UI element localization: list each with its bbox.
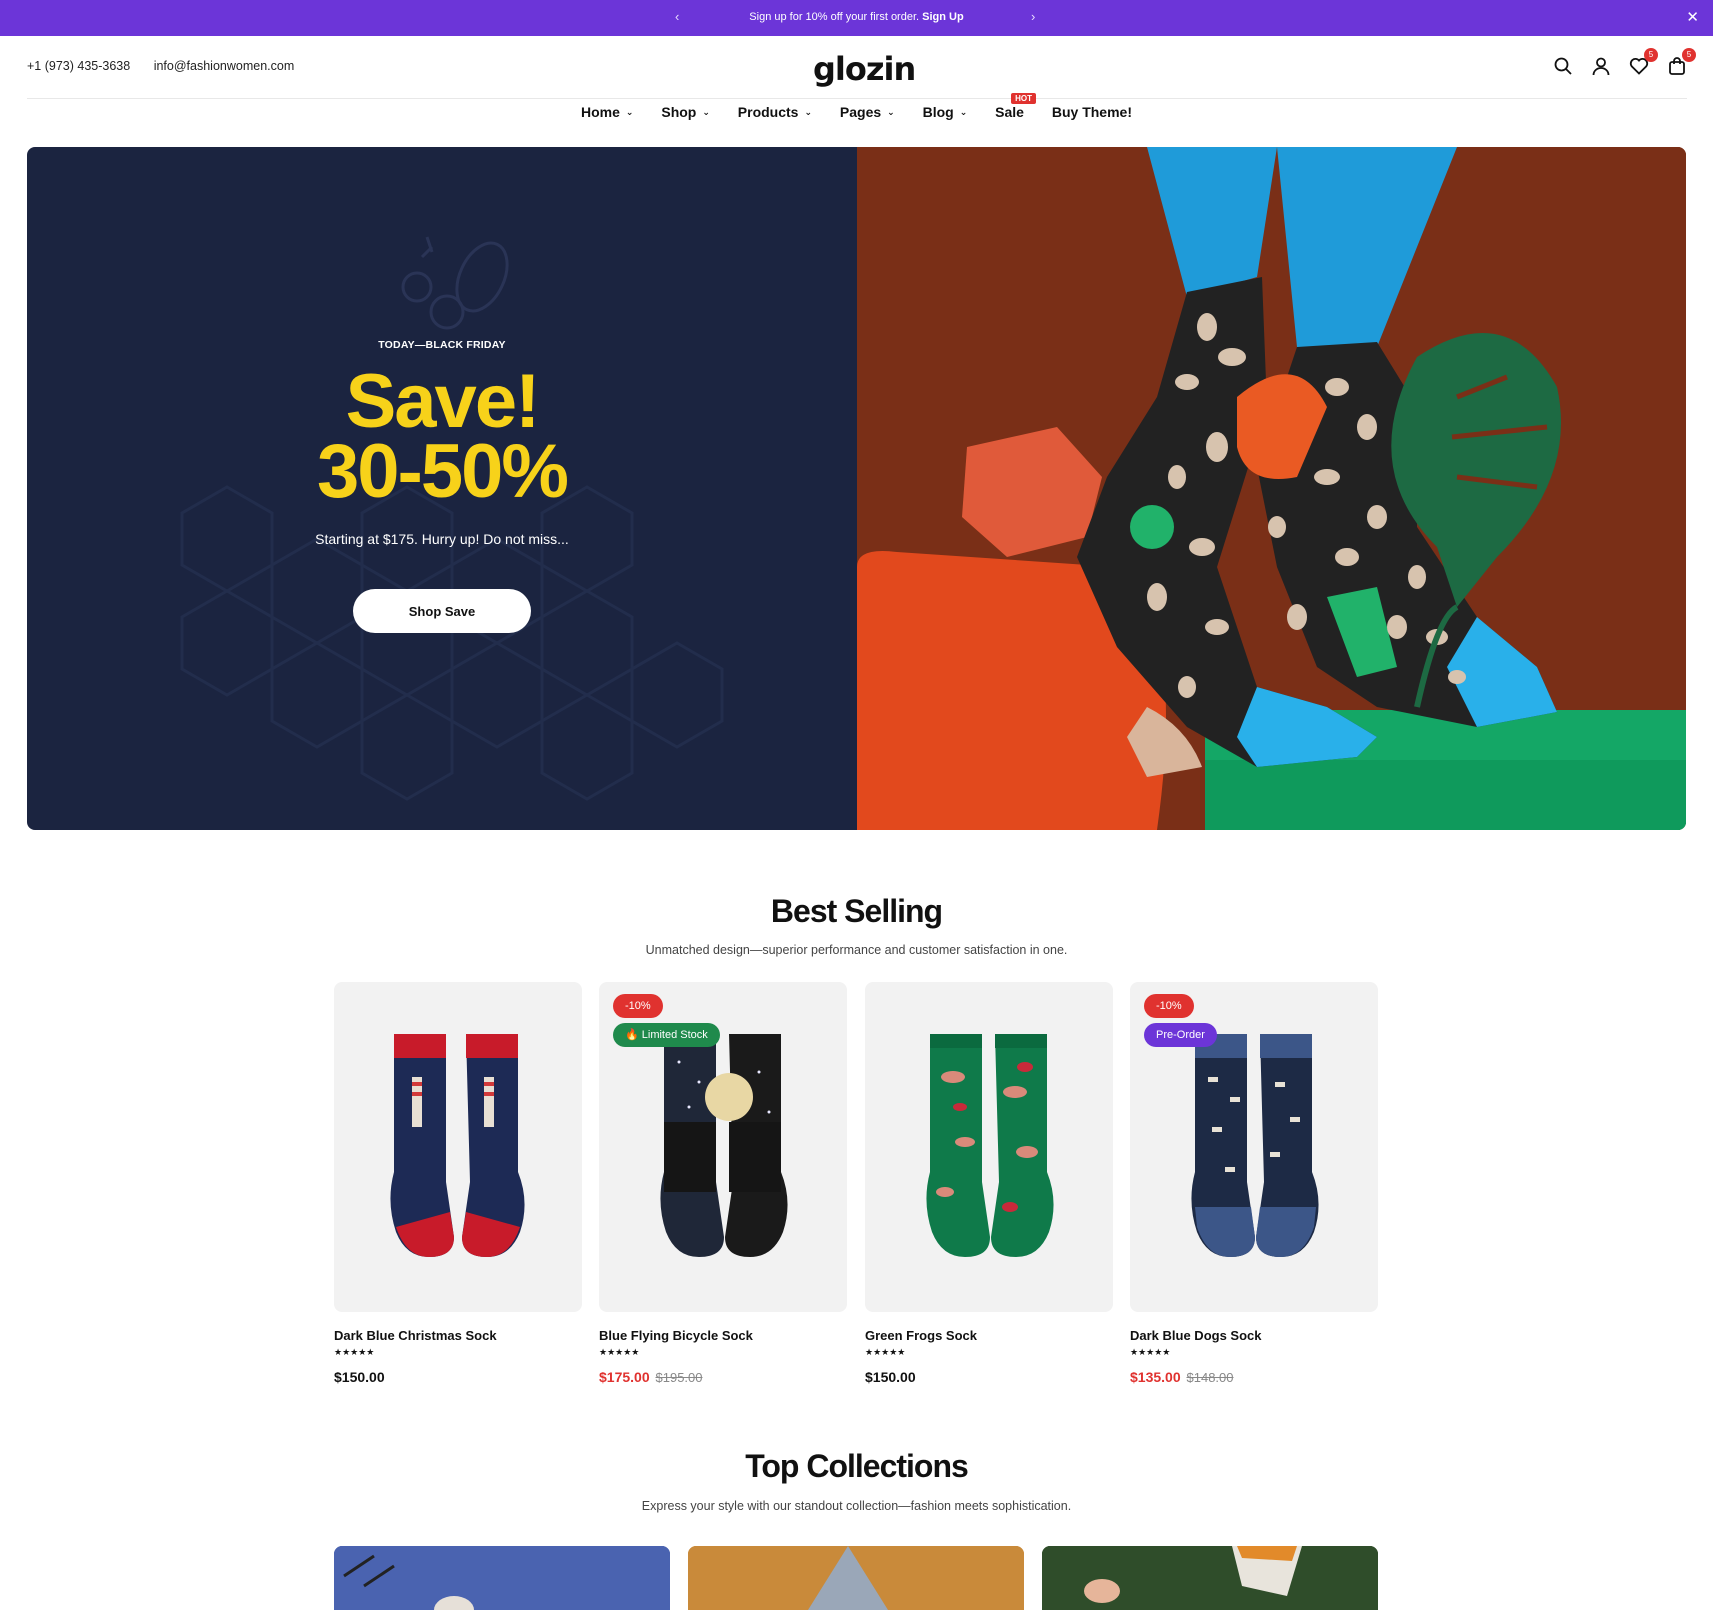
announcement-text: Sign up for 10% off your first order. Si… — [0, 11, 1713, 23]
chevron-down-icon: ⌄ — [804, 107, 813, 117]
nav-label: Blog — [922, 104, 954, 120]
price-current: $150.00 — [334, 1369, 385, 1385]
contact-info: +1 (973) 435-3638 info@fashionwomen.com — [27, 59, 314, 73]
nav-item-shop[interactable]: Shop ⌄ — [661, 104, 710, 120]
product-price: $135.00 $148.00 — [1130, 1369, 1234, 1385]
collection-card[interactable] — [1042, 1546, 1378, 1610]
close-icon[interactable]: ✕ — [1686, 8, 1699, 26]
search-icon[interactable] — [1553, 56, 1573, 76]
product-name[interactable]: Dark Blue Christmas Sock — [334, 1328, 497, 1343]
wishlist-icon[interactable]: 5 — [1629, 48, 1658, 76]
product-name[interactable]: Green Frogs Sock — [865, 1328, 977, 1343]
nav-item-home[interactable]: Home ⌄ — [581, 104, 633, 120]
price-current: $175.00 — [599, 1369, 650, 1385]
product-price: $150.00 — [334, 1369, 385, 1385]
star-rating: ★★★★★ — [865, 1347, 906, 1357]
discount-badge: -10% — [613, 994, 663, 1018]
shop-save-button[interactable]: Shop Save — [353, 589, 531, 633]
collection-card[interactable] — [688, 1546, 1024, 1610]
collection-image — [1042, 1546, 1378, 1610]
nav-label: Pages — [839, 104, 882, 120]
nav-item-sale[interactable]: Sale HOT — [995, 93, 1037, 120]
product-card[interactable]: Green Frogs Sock ★★★★★ $150.00 — [865, 982, 1113, 1385]
product-image[interactable] — [334, 982, 582, 1312]
nav-item-pages[interactable]: Pages ⌄ — [840, 104, 895, 120]
product-image[interactable] — [865, 982, 1113, 1312]
main-nav: Home ⌄ Shop ⌄ Products ⌄ Pages ⌄ Blog ⌄ Sale H… — [0, 93, 1713, 120]
pre-order-badge: Pre-Order — [1144, 1023, 1217, 1047]
sock-pair-image — [390, 1034, 525, 1257]
announcement-bar: ‹ Sign up for 10% off your first order. … — [0, 0, 1713, 36]
product-image[interactable]: -10% 🔥 Limited Stock — [599, 982, 847, 1312]
hot-badge: HOT — [1011, 93, 1037, 104]
best-selling-title: Best Selling — [770, 893, 943, 929]
cart-count-badge: 5 — [1682, 48, 1696, 62]
nav-label: Sale — [995, 104, 1024, 120]
cart-icon[interactable]: 5 — [1667, 48, 1696, 76]
hero-left-panel: TODAY—BLACK FRIDAY Save! 30-50% Starting… — [27, 147, 857, 830]
product-price: $175.00 $195.00 — [599, 1369, 703, 1385]
hero-eyebrow: TODAY—BLACK FRIDAY — [378, 339, 506, 351]
signup-link[interactable]: Sign Up — [922, 11, 964, 23]
product-image[interactable]: -10% Pre-Order — [1130, 982, 1378, 1312]
collection-image — [334, 1546, 670, 1610]
hero-headline-line1: Save! — [345, 359, 541, 444]
limited-stock-badge: 🔥 Limited Stock — [613, 1023, 720, 1047]
product-name[interactable]: Blue Flying Bicycle Sock — [599, 1328, 753, 1343]
collection-image — [688, 1546, 1024, 1610]
hero-subtitle: Starting at $175. Hurry up! Do not miss.… — [315, 531, 569, 547]
best-selling-subtitle: Unmatched design—superior performance an… — [645, 943, 1068, 957]
hero-banner: TODAY—BLACK FRIDAY Save! 30-50% Starting… — [27, 147, 1686, 830]
header-icons: 5 5 — [1553, 48, 1696, 76]
chevron-down-icon: ⌄ — [887, 107, 895, 117]
hero-headline-line2: 30-50% — [317, 429, 569, 514]
phone-number[interactable]: +1 (973) 435-3638 — [27, 59, 130, 73]
top-collections-title: Top Collections — [745, 1448, 969, 1484]
wishlist-count-badge: 5 — [1644, 48, 1658, 62]
product-name[interactable]: Dark Blue Dogs Sock — [1130, 1328, 1262, 1343]
star-rating: ★★★★★ — [334, 1347, 375, 1357]
price-old: $148.00 — [1186, 1370, 1234, 1385]
chevron-down-icon: ⌄ — [702, 107, 710, 117]
email-address[interactable]: info@fashionwomen.com — [154, 59, 295, 73]
price-current: $135.00 — [1130, 1369, 1181, 1385]
product-price: $150.00 — [865, 1369, 916, 1385]
chevron-down-icon: ⌄ — [959, 107, 968, 117]
chevron-down-icon: ⌄ — [625, 107, 634, 117]
nav-item-blog[interactable]: Blog ⌄ — [923, 104, 968, 120]
star-rating: ★★★★★ — [1130, 1347, 1171, 1357]
announcement-next-arrow[interactable]: › — [1031, 9, 1035, 24]
nav-label: Shop — [661, 104, 697, 120]
announcement-message: Sign up for 10% off your first order. — [749, 11, 920, 23]
nav-item-buy-theme[interactable]: Buy Theme! — [1052, 104, 1132, 120]
logo[interactable]: glozin — [813, 50, 916, 88]
account-icon[interactable] — [1591, 56, 1611, 76]
hero-image — [857, 147, 1686, 830]
sock-pair-image — [926, 1034, 1054, 1257]
discount-badge: -10% — [1144, 994, 1194, 1018]
price-old: $195.00 — [655, 1370, 703, 1385]
product-card[interactable]: Dark Blue Christmas Sock ★★★★★ $150.00 — [334, 982, 582, 1385]
top-collections-subtitle: Express your style with our standout col… — [641, 1499, 1072, 1513]
collection-card[interactable] — [334, 1546, 670, 1610]
price-current: $150.00 — [865, 1369, 916, 1385]
nav-label: Buy Theme! — [1051, 104, 1132, 120]
nav-item-products[interactable]: Products ⌄ — [738, 104, 812, 120]
nav-label: Home — [581, 104, 620, 120]
product-card[interactable]: -10% Pre-Order Dark Blue Dogs Sock ★★★★★… — [1130, 982, 1378, 1385]
star-rating: ★★★★★ — [599, 1347, 640, 1357]
header: +1 (973) 435-3638 info@fashionwomen.com … — [27, 36, 1696, 99]
product-card[interactable]: -10% 🔥 Limited Stock Blue Flying Bicycle… — [599, 982, 847, 1385]
socks-illustration — [857, 147, 1686, 830]
hero-headline: Save! 30-50% — [27, 359, 857, 514]
nav-label: Products — [737, 104, 799, 120]
